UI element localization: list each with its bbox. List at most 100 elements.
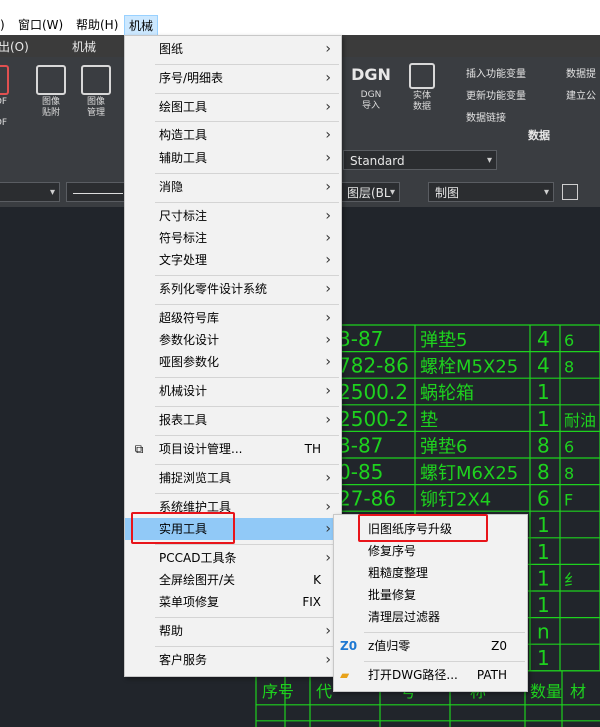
bom-row-extra: 耐油 [564, 411, 596, 430]
submenu-item-repair-sequence[interactable]: 修复序号 [334, 540, 527, 562]
menu-item-help[interactable]: 帮助 › [125, 620, 341, 642]
layer-name-select[interactable]: 制图 ▾ [428, 182, 554, 202]
menu-item-series-parts[interactable]: 系列化零件设计系统 › [125, 278, 341, 300]
bom-row-name: 蜗轮箱 [420, 383, 474, 404]
menu-item-label: 项目设计管理... [159, 442, 243, 456]
menu-item-label: 菜单项修复 [159, 595, 220, 609]
group-label-data: 数据 [528, 129, 550, 142]
bom-row-extra: 6 [564, 331, 574, 350]
submenu-item-batch-repair[interactable]: 批量修复 [334, 584, 527, 606]
submenu-item-label: 打开DWG路径... [368, 668, 458, 682]
chevron-right-icon: › [325, 652, 331, 668]
bom-header-cell: 代 [316, 682, 332, 701]
menu-item-label: 尺寸标注 [159, 209, 208, 223]
folder-icon: ▰ [340, 668, 350, 682]
submenu-item-open-dwg-path[interactable]: ▰ 打开DWG路径... PATH [334, 664, 527, 686]
menu-item-symbol-mark[interactable]: 符号标注 › [125, 227, 341, 249]
menu-item-shortcut: FIX [302, 595, 321, 609]
menu-separator [155, 93, 339, 94]
menubar-item-window[interactable]: 窗口(W) [14, 14, 67, 36]
menu-item-report-tools[interactable]: 报表工具 › [125, 409, 341, 431]
layer-select[interactable]: 图层(BL ▾ [340, 182, 400, 202]
menu-item-customer-service[interactable]: 客户服务 › [125, 649, 341, 671]
menu-item-mech-design[interactable]: 机械设计 › [125, 380, 341, 402]
menu-item-menu-repair[interactable]: 菜单项修复 FIX [125, 591, 341, 613]
chevron-right-icon: › [325, 252, 331, 268]
bom-row-qty: 6 [537, 487, 550, 511]
color-select[interactable]: ▾ [0, 182, 60, 202]
bom-row-qty: 1 [537, 540, 550, 564]
menu-separator [155, 377, 339, 378]
chevron-right-icon: › [325, 521, 331, 537]
menu-item-construct-tools[interactable]: 构造工具 › [125, 124, 341, 146]
create-public-button[interactable]: 建立公 [566, 87, 596, 102]
layer-label: 图层(BL [347, 186, 391, 200]
menu-separator [155, 464, 339, 465]
menu-item-text-process[interactable]: 文字处理 › [125, 249, 341, 271]
bom-row-qty: 8 [537, 433, 550, 457]
pdf-group-label: DF [0, 118, 8, 128]
submenu-item-roughness-tidy[interactable]: 粗糙度整理 [334, 562, 527, 584]
menu-separator [155, 544, 339, 545]
insert-feature-var-button[interactable]: 插入功能变量 [466, 65, 526, 80]
menu-item-label: 捕捉浏览工具 [159, 471, 232, 485]
menu-separator [155, 406, 339, 407]
data-link-button[interactable]: 数据链接 [466, 109, 506, 124]
text-style-select[interactable]: Standard ▾ [343, 150, 497, 170]
menu-item-label: 系列化零件设计系统 [159, 282, 268, 296]
tab-mechanical[interactable]: 机械 [72, 38, 96, 55]
menu-item-fullscreen-toggle[interactable]: 全屏绘图开/关 K [125, 569, 341, 591]
menu-item-aux-tools[interactable]: 辅助工具 › [125, 147, 341, 169]
menu-separator [364, 661, 525, 662]
menu-item-label: 辅助工具 [159, 151, 208, 165]
chevron-down-icon: ▾ [543, 187, 549, 198]
submenu-item-z-value-zero[interactable]: Z0 z值归零 Z0 [334, 635, 527, 657]
menu-item-label: 哑图参数化 [159, 355, 220, 369]
menu-item-label: 序号/明细表 [159, 71, 224, 85]
chevron-right-icon: › [325, 70, 331, 86]
bom-row-code: 2500.2 [338, 380, 408, 404]
bom-row-extra: 6 [564, 437, 574, 456]
chevron-right-icon: › [325, 41, 331, 57]
dgn-import-button[interactable]: DGN DGN 导入 [350, 67, 392, 112]
menu-item-project-manage[interactable]: ⧉ 项目设计管理... TH [125, 438, 341, 460]
image-paste-button[interactable]: 图像 贴附 [36, 65, 66, 119]
pdf-export-button[interactable]: DF DF [0, 65, 12, 129]
pdf-icon [0, 65, 9, 95]
entity-data-button[interactable]: 实体 数据 [404, 63, 440, 113]
submenu-item-label: 修复序号 [368, 544, 417, 558]
bom-row-qty: 1 [537, 566, 550, 590]
linetype-select[interactable] [66, 182, 126, 202]
menu-item-drawing-sheet[interactable]: 图纸 › [125, 38, 341, 60]
bom-row-code: 782-86 [338, 354, 409, 378]
chevron-right-icon: › [325, 623, 331, 639]
menu-item-parametric-design[interactable]: 参数化设计 › [125, 329, 341, 351]
update-feature-var-button[interactable]: 更新功能变量 [466, 87, 526, 102]
menu-item-dimension[interactable]: 尺寸标注 › [125, 205, 341, 227]
chevron-right-icon: › [325, 230, 331, 246]
chevron-right-icon: › [325, 332, 331, 348]
menu-item-snap-browse[interactable]: 捕捉浏览工具 › [125, 467, 341, 489]
menubar-item-help[interactable]: 帮助(H) [72, 14, 122, 36]
pdf-label: DF [0, 97, 8, 107]
tab-output[interactable]: 出(O) [0, 38, 29, 55]
grid-icon[interactable] [562, 184, 578, 200]
menu-item-draw-tools[interactable]: 绘图工具 › [125, 96, 341, 118]
image-manage-button[interactable]: 图像 管理 [80, 65, 112, 119]
project-manage-icon: ⧉ [134, 442, 144, 456]
data-extract-button[interactable]: 数据提 [566, 65, 596, 80]
menu-separator [155, 64, 339, 65]
menu-item-pccad-toolbar[interactable]: PCCAD工具条 › [125, 547, 341, 569]
submenu-item-clean-layer-filter[interactable]: 清理层过滤器 [334, 606, 527, 628]
chevron-right-icon: › [325, 499, 331, 515]
bom-row-name: 弹垫5 [420, 330, 467, 351]
bom-row-qty: 4 [537, 354, 550, 378]
menu-separator [155, 435, 339, 436]
menu-item-super-symbol-lib[interactable]: 超级符号库 › [125, 307, 341, 329]
menu-item-hide-lines[interactable]: 消隐 › [125, 176, 341, 198]
menu-item-sequence-bom[interactable]: 序号/明细表 › [125, 67, 341, 89]
submenu-item-label: 批量修复 [368, 588, 417, 602]
chevron-right-icon: › [325, 127, 331, 143]
menubar-item-partial[interactable]: ) [0, 14, 9, 36]
menu-item-dumb-parametric[interactable]: 哑图参数化 › [125, 351, 341, 373]
